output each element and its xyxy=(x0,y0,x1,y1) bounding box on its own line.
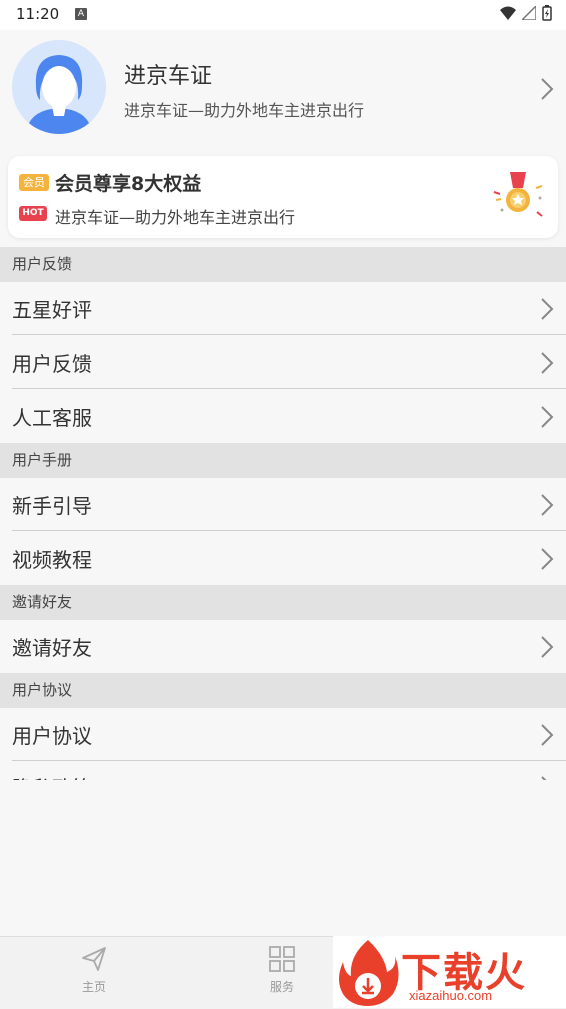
chevron-right-icon xyxy=(541,776,547,780)
divider xyxy=(12,334,566,335)
menu-item-five-star-review[interactable]: 五星好评 xyxy=(0,282,566,335)
menu-item-label: 新手引导 xyxy=(12,494,92,518)
menu-item-user-feedback[interactable]: 用户反馈 xyxy=(0,336,566,389)
scroll-clip: 隐私政策 xyxy=(0,762,566,780)
user-avatar-icon xyxy=(12,40,106,134)
nav-service-label: 服务 xyxy=(269,980,294,994)
wifi-icon xyxy=(500,6,516,20)
menu-item-label: 用户协议 xyxy=(12,724,92,748)
menu-item-customer-service[interactable]: 人工客服 xyxy=(0,390,566,443)
chevron-right-icon xyxy=(541,406,554,428)
notification-icon: A xyxy=(75,8,87,20)
chevron-right-icon xyxy=(541,636,554,658)
status-bar: 11:20 A xyxy=(0,0,566,30)
chevron-right-icon xyxy=(541,298,554,320)
medal-icon xyxy=(493,172,543,217)
section-header-manual: 用户手册 xyxy=(0,443,566,478)
menu-item-privacy-policy[interactable]: 隐私政策 xyxy=(0,762,566,780)
chevron-right-icon xyxy=(541,352,554,374)
member-subtitle: 进京车证—助力外地车主进京出行 xyxy=(55,208,296,227)
vip-badge: 会员 xyxy=(19,174,49,191)
nav-service[interactable]: 服务 xyxy=(252,945,312,995)
profile-title: 进京车证 xyxy=(124,64,213,89)
chevron-right-icon xyxy=(541,548,554,570)
chevron-right-icon xyxy=(541,78,554,100)
menu-item-label: 视频教程 xyxy=(12,548,92,572)
menu-item-beginner-guide[interactable]: 新手引导 xyxy=(0,478,566,531)
divider xyxy=(12,760,566,761)
section-header-invite: 邀请好友 xyxy=(0,585,566,620)
battery-icon xyxy=(542,5,552,21)
watermark-url: xiazaihuo.com xyxy=(409,988,493,1003)
hot-badge: HOT xyxy=(19,206,47,221)
avatar[interactable] xyxy=(12,40,106,134)
paper-plane-icon xyxy=(82,947,106,971)
chevron-right-icon xyxy=(541,494,554,516)
member-benefits-card[interactable]: 会员 会员尊享8大权益 HOT 进京车证—助力外地车主进京出行 xyxy=(8,156,558,238)
menu-item-label: 邀请好友 xyxy=(12,636,92,660)
status-icons xyxy=(500,5,552,21)
section-header-agreement: 用户协议 xyxy=(0,673,566,708)
section-header-feedback: 用户反馈 xyxy=(0,247,566,282)
profile-subtitle: 进京车证—助力外地车主进京出行 xyxy=(124,101,365,120)
menu-item-label: 五星好评 xyxy=(12,298,92,322)
nav-home[interactable]: 主页 xyxy=(64,945,124,995)
menu-item-invite-friends[interactable]: 邀请好友 xyxy=(0,620,566,673)
profile-header[interactable]: 进京车证 进京车证—助力外地车主进京出行 xyxy=(0,30,566,148)
flame-download-icon xyxy=(339,940,399,1006)
status-time: 11:20 xyxy=(16,5,60,23)
member-title: 会员尊享8大权益 xyxy=(55,173,202,195)
menu-item-video-tutorial[interactable]: 视频教程 xyxy=(0,532,566,585)
menu-item-user-agreement[interactable]: 用户协议 xyxy=(0,708,566,761)
menu-item-label: 人工客服 xyxy=(12,406,92,430)
divider xyxy=(12,388,566,389)
menu-item-label: 隐私政策 xyxy=(12,772,92,780)
chevron-right-icon xyxy=(541,724,554,746)
signal-icon xyxy=(522,6,536,20)
watermark-logo: 下载火 xiazaihuo.com xyxy=(333,936,566,1008)
divider xyxy=(12,530,566,531)
menu-item-label: 用户反馈 xyxy=(12,352,92,376)
grid-icon xyxy=(269,946,295,972)
nav-home-label: 主页 xyxy=(81,980,106,994)
